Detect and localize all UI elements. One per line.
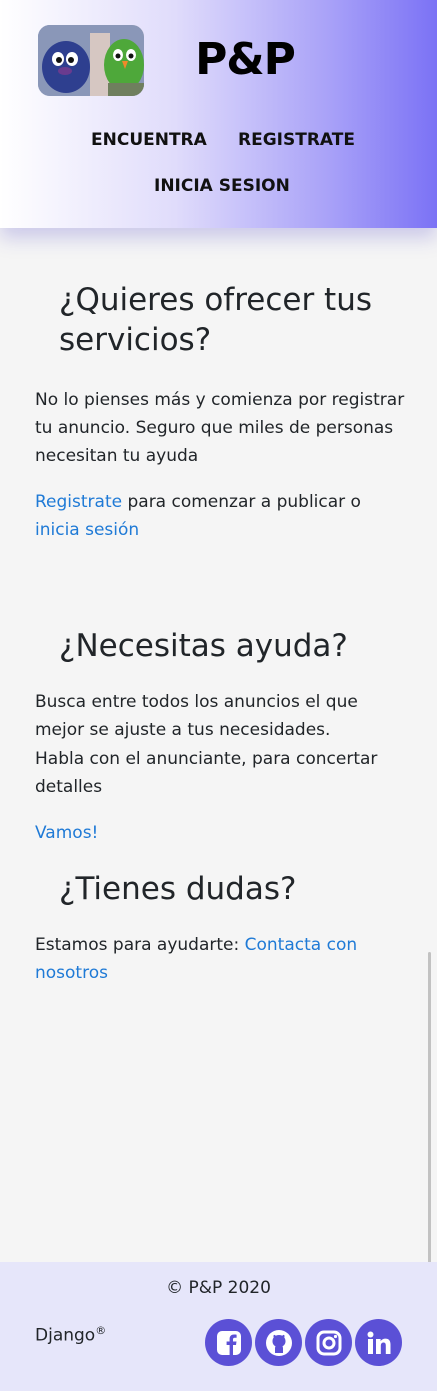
facebook-icon[interactable] — [205, 1319, 252, 1366]
nav-inicia-sesion-link[interactable]: INICIA SESION — [154, 176, 290, 196]
offer-title: ¿Quieres ofrecer tus servicios? — [59, 282, 373, 358]
offer-cta: Registrate para comenzar a publicar o in… — [35, 488, 405, 544]
main-content: ¿Quieres ofrecer tus servicios? No lo pi… — [35, 280, 405, 987]
site-footer: © P&P 2020 Django® — [0, 1262, 437, 1391]
nav-registrate-link[interactable]: REGISTRATE — [238, 130, 355, 150]
linkedin-icon[interactable] — [355, 1319, 402, 1366]
help-section: ¿Necesitas ayuda? Busca entre todos los … — [35, 626, 405, 847]
instagram-icon[interactable] — [305, 1319, 352, 1366]
django-credit: Django® — [35, 1324, 106, 1346]
site-header: P&P ENCUENTRA REGISTRATE INICIA SESION — [0, 0, 437, 228]
help-line2: Habla con el anunciante, para concertar … — [35, 749, 378, 797]
nav-encuentra-link[interactable]: ENCUENTRA — [91, 130, 207, 150]
brand-title: P&P — [195, 34, 296, 85]
doubts-title: ¿Tienes dudas? — [59, 871, 297, 907]
doubts-section: ¿Tienes dudas? Estamos para ayudarte: Co… — [35, 869, 405, 987]
help-title: ¿Necesitas ayuda? — [59, 628, 348, 664]
registered-mark: ® — [95, 1324, 107, 1337]
doubts-label: Estamos para ayudarte: — [35, 935, 245, 955]
logo-image[interactable] — [38, 25, 144, 96]
offer-body: No lo pienses más y comienza por registr… — [35, 390, 405, 466]
vamos-link[interactable]: Vamos! — [35, 823, 98, 843]
offer-cta-text: para comenzar a publicar o — [122, 492, 361, 512]
django-label: Django — [35, 1325, 96, 1346]
offer-section: ¿Quieres ofrecer tus servicios? No lo pi… — [35, 280, 405, 544]
register-link[interactable]: Registrate — [35, 492, 122, 512]
help-line1: Busca entre todos los anuncios el que me… — [35, 692, 358, 740]
github-icon[interactable] — [255, 1319, 302, 1366]
doubts-text: Estamos para ayudarte: Contacta con noso… — [35, 931, 405, 987]
login-link[interactable]: inicia sesión — [35, 520, 139, 540]
copyright-text: © P&P 2020 — [166, 1278, 271, 1298]
